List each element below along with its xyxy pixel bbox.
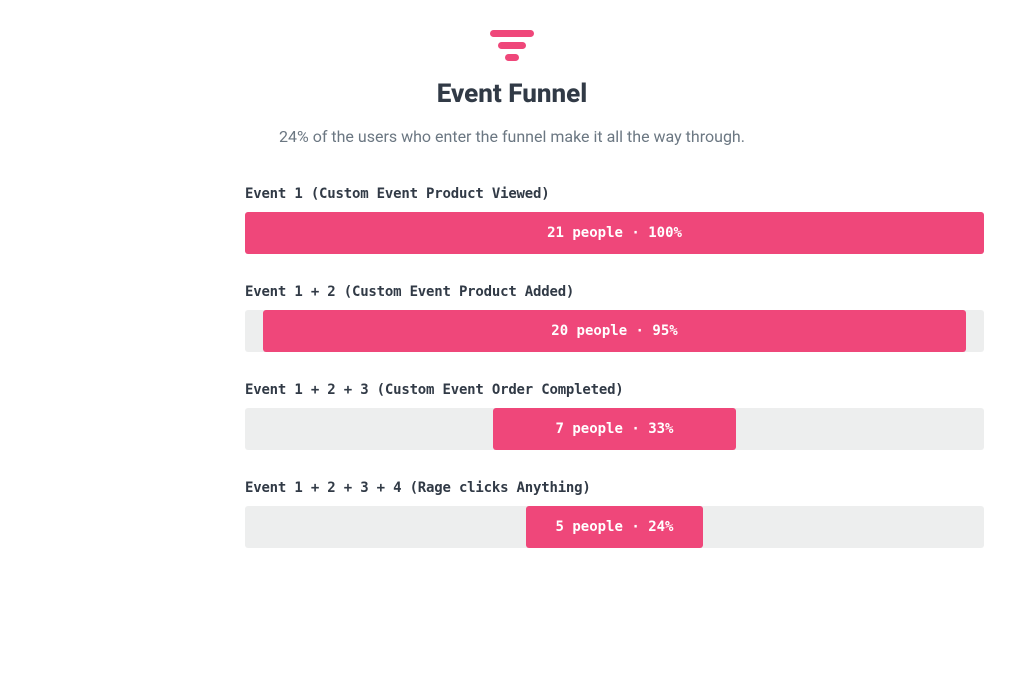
bar-track: 7 people · 33%: [245, 408, 984, 450]
funnel-step: CUSTOM EVENT Event 1 + 2 + 3 (Custom Eve…: [245, 382, 984, 450]
funnel-step: RAGE CLICK Event 1 + 2 + 3 + 4 (Rage cli…: [245, 480, 984, 548]
bar-text: 20 people · 95%: [551, 323, 677, 339]
step-label: Event 1 + 2 (Custom Event Product Added): [245, 284, 984, 300]
funnel-step: CUSTOM EVENT Event 1 + 2 (Custom Event P…: [245, 284, 984, 352]
header: Event Funnel 24% of the users who enter …: [0, 30, 1024, 146]
bar-track: 5 people · 24%: [245, 506, 984, 548]
bar-fill: 21 people · 100%: [245, 212, 984, 254]
bar-fill: 5 people · 24%: [526, 506, 703, 548]
bar-text: 7 people · 33%: [555, 421, 673, 437]
step-label: Event 1 + 2 + 3 (Custom Event Order Comp…: [245, 382, 984, 398]
bar-text: 21 people · 100%: [547, 225, 682, 241]
bar-fill: 20 people · 95%: [263, 310, 965, 352]
page-subtitle: 24% of the users who enter the funnel ma…: [0, 127, 1024, 146]
step-label: Event 1 + 2 + 3 + 4 (Rage clicks Anythin…: [245, 480, 984, 496]
funnel-icon: [490, 30, 534, 61]
bar-track: 21 people · 100%: [245, 212, 984, 254]
funnel-chart: CUSTOM EVENT Event 1 (Custom Event Produ…: [0, 186, 1024, 548]
page-title: Event Funnel: [0, 79, 1024, 109]
bar-fill: 7 people · 33%: [493, 408, 737, 450]
step-label: Event 1 (Custom Event Product Viewed): [245, 186, 984, 202]
funnel-step: CUSTOM EVENT Event 1 (Custom Event Produ…: [245, 186, 984, 254]
bar-track: 20 people · 95%: [245, 310, 984, 352]
bar-text: 5 people · 24%: [555, 519, 673, 535]
